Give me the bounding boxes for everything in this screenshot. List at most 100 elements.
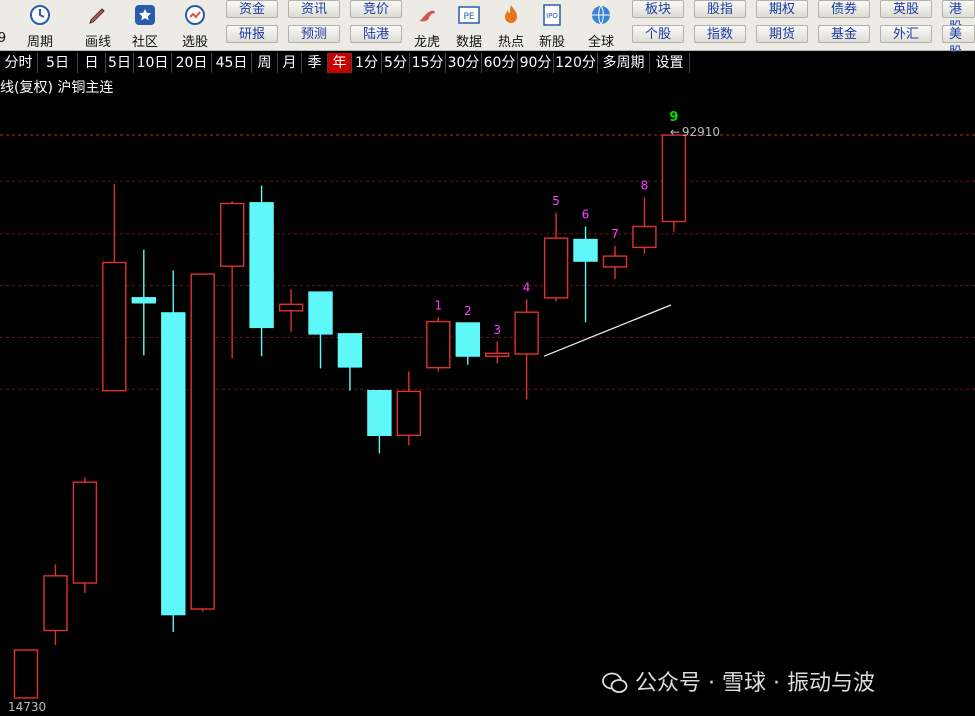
period-bar: 分时 5日日 5日 10日 20日 45日周月季年 1分 5分 15分 30分 60分 90分 120分… [0,52,975,74]
period-item[interactable]: 45日 [212,53,252,73]
candle-body [602,255,628,268]
period-item[interactable]: 60分 [482,53,518,73]
kline-chart[interactable]: 1 23456789← 9291014730 [0,0,975,716]
wechat-icon [602,672,628,693]
btn-bonds[interactable]: 债券 [818,0,870,18]
btn-auction[interactable]: 竞价 [350,0,402,18]
tool-ipo-label: 新股 [538,35,565,50]
candle-body [485,352,510,357]
period-item[interactable]: 5分 [382,53,410,73]
pen-icon [89,8,105,24]
sequential-count-label: 7 [611,227,619,241]
candle-body [102,261,127,392]
btn-forex[interactable]: 外汇 [880,25,932,43]
candle-body [161,312,186,616]
candle-body [219,202,245,267]
candle-body [249,202,274,329]
tool-data[interactable]: PE 数据 [448,0,490,50]
btn-single-stock[interactable]: 个股 [632,25,684,43]
tool-dragon-tiger[interactable]: 龙虎 [406,0,448,50]
tool-period[interactable]: 周期 [16,0,64,50]
btn-forecast[interactable]: 预测 [288,25,340,43]
period-item[interactable]: 日 [78,53,106,73]
trend-line [543,304,672,357]
candle-body [278,303,304,312]
tool-data-label: 数据 [455,35,482,50]
candle-body [632,225,657,249]
period-item[interactable]: 15分 [410,53,446,73]
clock-icon [30,5,50,25]
watermark-text: 公众号 · 雪球 · 振动与波 [635,671,875,696]
candle-body [131,297,157,304]
period-item[interactable]: 10日 [134,53,172,73]
candle-body [396,390,421,436]
pe-icon: PE [458,6,480,24]
kline-label: 线(复权) [0,80,53,96]
tool-community-label: 社区 [131,35,158,50]
btn-index-futures[interactable]: 股指 [694,0,746,18]
tool-draw-line-label: 画线 [84,35,111,50]
tool-stock-picker-label: 选股 [181,35,208,50]
btn-news[interactable]: 资讯 [288,0,340,18]
candle-body [72,481,98,584]
period-item[interactable]: 季 [302,53,328,73]
period-item[interactable]: 多周期 [598,53,650,73]
sequential-count-label: 3 [493,323,501,337]
period-item[interactable]: 分时 [0,53,38,73]
period-item[interactable]: 30分 [446,53,482,73]
tool-period-label: 周期 [26,35,53,50]
candle-body [543,237,569,299]
btn-capital[interactable]: 资金 [226,0,278,18]
tool-global[interactable]: 全球 [576,0,626,50]
tool-community[interactable]: 社区 [124,0,166,50]
sequential-count-label: 4 [523,280,531,294]
btn-futures[interactable]: 期货 [756,25,808,43]
ipo-icon: IPO [543,4,561,26]
sequential-count-label: 2 [464,304,472,318]
period-item[interactable]: 5日 [106,53,134,73]
svg-text:PE: PE [463,12,474,22]
candle-body [514,311,539,355]
candle-body [13,649,39,699]
candle-body [367,390,392,437]
period-item[interactable]: 设置 [650,53,690,73]
toolbar-cut-label: 9 [0,31,7,46]
btn-options[interactable]: 期权 [756,0,808,18]
period-item[interactable]: 周 [252,53,278,73]
stock-picker-icon [185,5,205,25]
candle-body [661,134,687,223]
svg-text:IPO: IPO [546,12,558,20]
btn-funds[interactable]: 基金 [818,25,870,43]
period-item[interactable]: 90分 [518,53,554,73]
tool-stock-picker[interactable]: 选股 [170,0,220,50]
candle-body [43,575,68,632]
period-item[interactable]: 月 [278,53,302,73]
btn-connect[interactable]: 陆港 [350,25,402,43]
main-toolbar: 9 周期 画线 社区 选股 资金 资讯 竞价 研报 预测 陆港 龙虎 PE 数据… [0,0,975,60]
tool-draw-line[interactable]: 画线 [74,0,122,50]
tool-hot[interactable]: 热点 [490,0,532,50]
candle-body [455,322,480,357]
candle-body [190,273,215,610]
btn-hk-stocks[interactable]: 港股 [942,0,975,35]
tool-dragon-tiger-label: 龙虎 [413,35,440,50]
btn-indices[interactable]: 指数 [694,25,746,43]
period-item[interactable]: 5日 [38,53,78,73]
candle-body [308,291,333,335]
btn-us-stocks[interactable]: 美股 [942,25,975,60]
dragon-tiger-icon [419,10,435,22]
btn-research[interactable]: 研报 [226,25,278,43]
high-marker: ← [670,125,680,139]
candle-body [573,238,598,262]
btn-sector[interactable]: 板块 [632,0,684,18]
period-item[interactable]: 1分 [352,53,382,73]
period-item[interactable]: 年 [328,53,352,73]
tool-ipo[interactable]: IPO 新股 [532,0,572,50]
star-icon [135,5,155,25]
period-item[interactable]: 20日 [172,53,212,73]
instrument-name[interactable]: 沪铜主连 [57,80,113,96]
candle-body [337,333,363,368]
period-item[interactable]: 120分 [554,53,598,73]
sequential-count-label: 8 [641,179,649,193]
btn-uk-stocks[interactable]: 英股 [880,0,932,18]
